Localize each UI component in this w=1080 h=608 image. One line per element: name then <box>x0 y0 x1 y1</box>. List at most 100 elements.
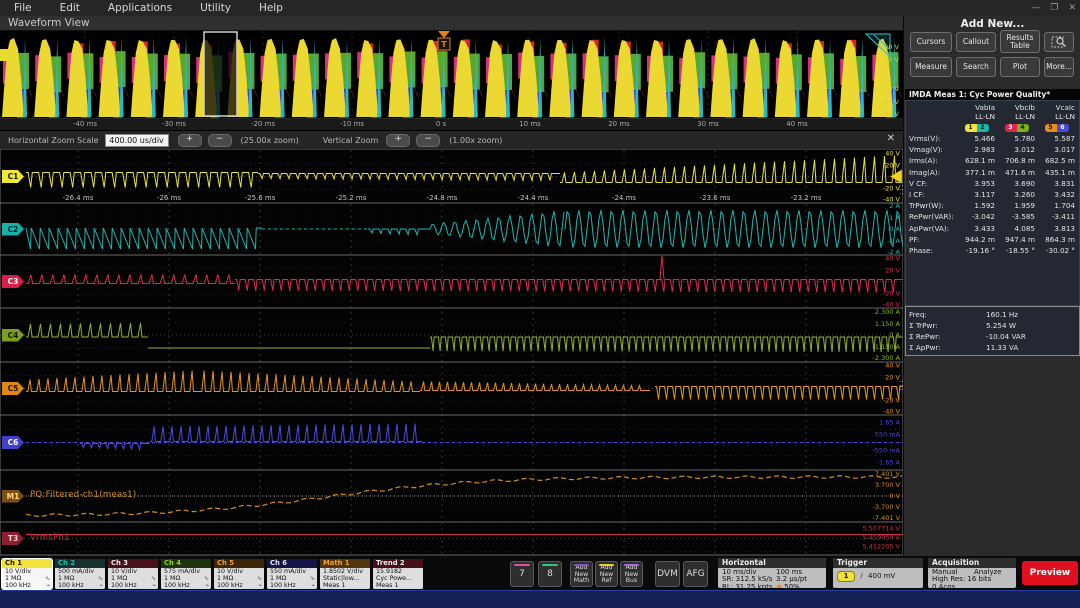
callout-button[interactable]: Callout <box>956 32 996 52</box>
cursors-button[interactable]: Cursors <box>910 32 952 52</box>
badge-title: Ch 5 <box>214 559 264 568</box>
button-8[interactable]: 8 <box>538 561 562 587</box>
meas-value: 947.4 m <box>998 235 1038 246</box>
acquisition-count: 0 Acqs <box>932 583 955 588</box>
meas-summary-value: 5.254 W <box>968 321 1016 332</box>
trigger-panel[interactable]: Trigger 1 ∕ 400 mV <box>833 558 923 588</box>
close-icon[interactable]: ✕ <box>1068 3 1076 13</box>
hzoom-plus-button[interactable]: + <box>178 134 202 147</box>
overview-time-label: 40 ms <box>786 120 808 128</box>
ac-coupling-icon: ∿ <box>98 575 103 582</box>
meas-row-label: Imag(A): <box>906 168 958 179</box>
overview-time-label: -20 ms <box>251 120 275 128</box>
overview-cycle <box>292 39 322 118</box>
button-dvm[interactable]: DVM <box>655 561 680 587</box>
overview-cycle <box>614 40 644 118</box>
overview-cycle <box>388 38 418 118</box>
badge-title: Math 1 <box>320 559 370 568</box>
panel-resize-handle[interactable]: ⁚⁚⁚⁚ <box>899 186 903 200</box>
scale-label-C4: 2.300 A <box>875 308 901 316</box>
preview-button[interactable]: Preview <box>1022 561 1078 585</box>
menu-item-file[interactable]: File <box>0 2 46 14</box>
badge-scale: 500 mA/div <box>55 568 105 575</box>
badge-title: Ch 3 <box>108 559 158 568</box>
meas-value: -3.585 <box>998 212 1038 223</box>
scale-label-C4: 0 A <box>889 331 900 339</box>
meas-value: 2.983 <box>958 145 998 156</box>
expansion-point-icon: ◉ <box>776 584 782 588</box>
plot-time-label: -25.6 ms <box>245 194 276 202</box>
meas-row-label: Vmag(V): <box>906 145 958 156</box>
hzoom-scale-input[interactable]: 400.00 us/div <box>105 134 169 147</box>
results-panel: Add New... Cursors Callout Results Table… <box>903 16 1080 556</box>
button-add-new-ref[interactable]: Add New Ref <box>595 561 618 587</box>
badge-color-stripe <box>542 564 558 566</box>
channel-badge-ch6[interactable]: Ch 6550 mA/div1 MΩ∿100 kHz⌁ <box>267 559 317 589</box>
overview-scale-label: -20 V <box>882 98 900 106</box>
meas-row-label: Phase: <box>906 246 958 257</box>
meas-row: Irms(A):628.1 m706.8 m682.5 m <box>906 156 1079 167</box>
channel-badge-math1[interactable]: Math 11.8502 V/divStatic|low...Meas 1 <box>320 559 370 589</box>
hzoom-minus-button[interactable]: − <box>208 134 232 147</box>
scale-label-C6: 1.65 A <box>879 419 901 427</box>
badge-scale: 15.9182 <box>373 568 423 575</box>
badge-bandwidth: 100 kHz⌁ <box>161 582 211 589</box>
waveform-overview[interactable]: T20 V10 V-10 V-20 V-30 V <box>0 31 903 118</box>
horizontal-panel[interactable]: Horizontal 10 ms/div100 ms SR: 312.5 kS/… <box>718 558 826 588</box>
trigger-level: 400 mV <box>868 572 895 580</box>
button-add-new-math[interactable]: Add New Math <box>570 561 593 587</box>
menu-item-applications[interactable]: Applications <box>94 2 186 14</box>
add-new-title: Add New... <box>904 18 1080 30</box>
button-add-new-bus[interactable]: Add New Bus <box>620 561 643 587</box>
meas-row: PF:944.2 m947.4 m864.3 m <box>906 235 1079 246</box>
meas-row-label: V CF: <box>906 179 958 190</box>
menu-item-utility[interactable]: Utility <box>186 2 245 14</box>
meas-summary-row: Freq:160.1 Hz <box>906 310 1079 321</box>
plot-button[interactable]: Plot <box>1000 57 1040 77</box>
meas-value: -19.16 ° <box>958 246 998 257</box>
results-table-button[interactable]: Results Table <box>1000 30 1040 53</box>
bandwidth-icon: ⌁ <box>152 582 156 589</box>
zoom-select-button[interactable] <box>1044 32 1074 52</box>
channel-badge-ch2[interactable]: Ch 2500 mA/div1 MΩ∿100 kHz⌁ <box>55 559 105 589</box>
overview-zoom-box[interactable] <box>204 32 237 116</box>
waveform-view-tab[interactable]: Waveform View <box>0 16 903 31</box>
more-button[interactable]: More... <box>1044 57 1074 77</box>
channel-badge-ch3[interactable]: Ch 310 V/div1 MΩ∿100 kHz⌁ <box>108 559 158 589</box>
maximize-icon[interactable]: ❐ <box>1050 3 1058 13</box>
scale-label-M1: -7.401 V <box>873 514 901 522</box>
meas-value: 377.1 m <box>958 168 998 179</box>
acquisition-panel[interactable]: Acquisition ManualAnalyze High Res: 16 b… <box>928 558 1016 588</box>
record-length: RL: 31.25 kpts <box>722 584 776 588</box>
meas-value: -3.042 <box>958 212 998 223</box>
channel-badge-ch1[interactable]: Ch 110 V/div1 MΩ∿100 kHz⌁ <box>2 559 52 589</box>
scale-label-C3: -20 V <box>883 290 901 298</box>
panel-resize-handle[interactable]: ⁚⁚⁚⁚ <box>899 382 903 396</box>
badge-bandwidth: 100 kHz⌁ <box>267 582 317 589</box>
channel-badge-trend2[interactable]: Trend 215.9182Cyc Powe...Meas 1 <box>373 559 423 589</box>
scale-label-T3: 5.507714 V <box>862 525 900 533</box>
menu-item-edit[interactable]: Edit <box>46 2 94 14</box>
imda-meas-title[interactable]: IMDA Meas 1: Cyc Power Quality* <box>905 89 1080 100</box>
meas-row-label: TrPwr(W): <box>906 201 958 212</box>
search-button[interactable]: Search <box>956 57 996 77</box>
minimize-icon[interactable]: — <box>1031 3 1040 13</box>
channel-badge-ch4[interactable]: Ch 4575 mA/div1 MΩ∿100 kHz⌁ <box>161 559 211 589</box>
overview-scale-label: -10 V <box>882 85 900 93</box>
badge-bandwidth: 100 kHz⌁ <box>2 582 52 589</box>
badge-impedance: 1 MΩ∿ <box>2 575 52 582</box>
bottom-strip <box>0 590 1080 608</box>
button-7[interactable]: 7 <box>510 561 534 587</box>
vzoom-plus-button[interactable]: + <box>386 134 410 147</box>
zoom-close-icon[interactable]: ✕ <box>887 133 895 144</box>
button-afg[interactable]: AFG <box>683 561 708 587</box>
scale-label-C5: -40 V <box>883 408 901 416</box>
scale-label-M1: 0 V <box>889 492 900 500</box>
menu-item-help[interactable]: Help <box>245 2 297 14</box>
meas-row-label: Irms(A): <box>906 156 958 167</box>
overview-trigger-marker[interactable]: T <box>438 31 450 50</box>
scale-label-C6: -1.65 A <box>877 459 901 467</box>
channel-badge-ch5[interactable]: Ch 510 V/div1 MΩ∿100 kHz⌁ <box>214 559 264 589</box>
vzoom-minus-button[interactable]: − <box>416 134 440 147</box>
measure-button[interactable]: Measure <box>910 57 952 77</box>
